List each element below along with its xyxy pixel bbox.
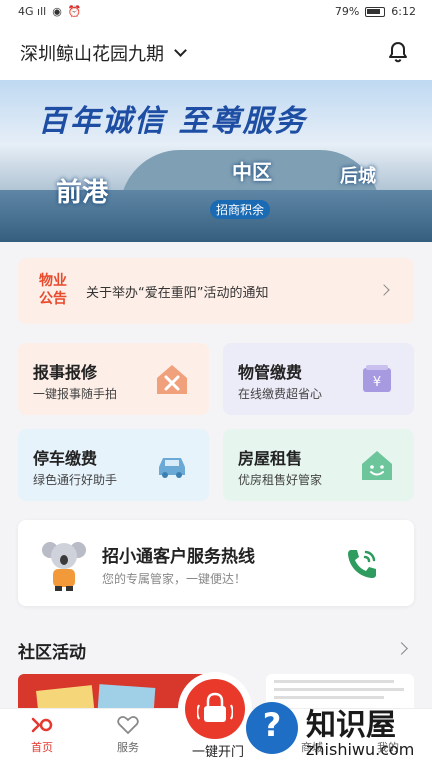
location-label: 深圳鲸山花园九期: [20, 44, 164, 65]
watermark-symbol: ?: [262, 706, 282, 744]
notice-text: 关于举办“爱在重阳”活动的通知: [86, 286, 269, 301]
customer-hotline-card[interactable]: 招小通客户服务热线 您的专属管家，一键便达！: [18, 520, 414, 606]
promo-banner[interactable]: 百年诚信 至尊服务 前港 中区 后城 招商积余: [0, 80, 432, 242]
banner-tag-mid: 中区: [232, 160, 272, 184]
banner-tag-right: 后城: [340, 166, 376, 187]
chevron-right-icon[interactable]: [395, 642, 408, 655]
community-section-title: 社区活动: [18, 643, 86, 663]
top-header: 深圳鲸山花园九期: [0, 24, 432, 80]
card-subtitle: 优房租售好管家: [238, 473, 323, 487]
notice-badge-line1: 物业: [39, 273, 67, 289]
notice-badge-line2: 公告: [39, 291, 67, 307]
notice-bar[interactable]: 物业 公告 关于举办“爱在重阳”活动的通知: [18, 258, 414, 324]
location-selector[interactable]: 深圳鲸山花园九期: [20, 40, 187, 66]
watermark-url: zhishiwu.com: [306, 740, 415, 759]
card-subtitle: 绿色通行好助手: [33, 473, 118, 487]
lock-icon: [197, 692, 233, 722]
smiling-house-icon: [362, 451, 392, 480]
banner-slogan: 百年诚信 至尊服务: [38, 104, 307, 139]
service-card-rental[interactable]: 房屋租售 优房租售好管家: [223, 429, 414, 501]
service-card-parking[interactable]: 停车缴费 绿色通行好助手: [18, 429, 209, 501]
card-title: 房屋租售: [238, 449, 303, 468]
service-card-repair[interactable]: 报事报修 一键报事随手拍: [18, 343, 209, 415]
chevron-right-icon: [378, 284, 390, 296]
site-watermark: ? 知识屋 zhishiwu.com: [246, 698, 432, 768]
wallet-yuan-icon: ¥: [363, 365, 391, 392]
banner-tag-left: 前港: [56, 178, 109, 208]
bell-icon[interactable]: [386, 40, 410, 64]
card-title: 报事报修: [33, 363, 98, 382]
text-line: [274, 680, 394, 683]
home-logo-icon: [31, 717, 53, 733]
watermark-name: 知识屋: [306, 708, 396, 743]
alarm-icon: ⏰: [67, 5, 82, 18]
house-tools-icon: [157, 365, 187, 394]
card-subtitle: 一键报事随手拍: [33, 387, 118, 401]
battery-percent: 79%: [334, 5, 360, 18]
clock: 6:12: [391, 5, 416, 18]
banner-brand-logo: 招商积余: [210, 200, 271, 219]
card-title: 停车缴费: [33, 449, 98, 468]
heart-icon: [117, 716, 139, 735]
card-subtitle: 在线缴费超省心: [238, 387, 323, 401]
app-screen: 4G ıll ◉ ⏰ 79% 6:12 深圳鲸山花园九期 百年诚信 至尊服务 前…: [0, 0, 432, 768]
card-title: 物管缴费: [238, 363, 303, 382]
hotline-title: 招小通客户服务热线: [102, 547, 255, 567]
one-key-unlock-button[interactable]: [178, 672, 252, 746]
signal-indicator: 4G ıll: [18, 5, 47, 18]
eye-icon: ◉: [52, 5, 62, 18]
hotline-subtitle: 您的专属管家，一键便达！: [102, 572, 247, 586]
tab-home[interactable]: 首页: [12, 715, 72, 755]
notice-badge: 物业 公告: [32, 272, 74, 310]
chevron-down-icon: [174, 44, 187, 57]
service-card-property-fee[interactable]: 物管缴费 在线缴费超省心 ¥: [223, 343, 414, 415]
phone-call-icon[interactable]: [342, 544, 382, 584]
tab-label: 首页: [31, 741, 53, 754]
tab-label: 服务: [117, 741, 139, 754]
unlock-button-face: [185, 679, 245, 739]
text-line: [274, 688, 404, 691]
battery-icon: [365, 6, 386, 17]
svg-text:¥: ¥: [373, 375, 381, 390]
koala-mascot-icon: [42, 542, 86, 591]
tab-service[interactable]: 服务: [98, 715, 158, 755]
car-icon: [159, 458, 185, 478]
status-bar: 4G ıll ◉ ⏰ 79% 6:12: [0, 0, 432, 24]
